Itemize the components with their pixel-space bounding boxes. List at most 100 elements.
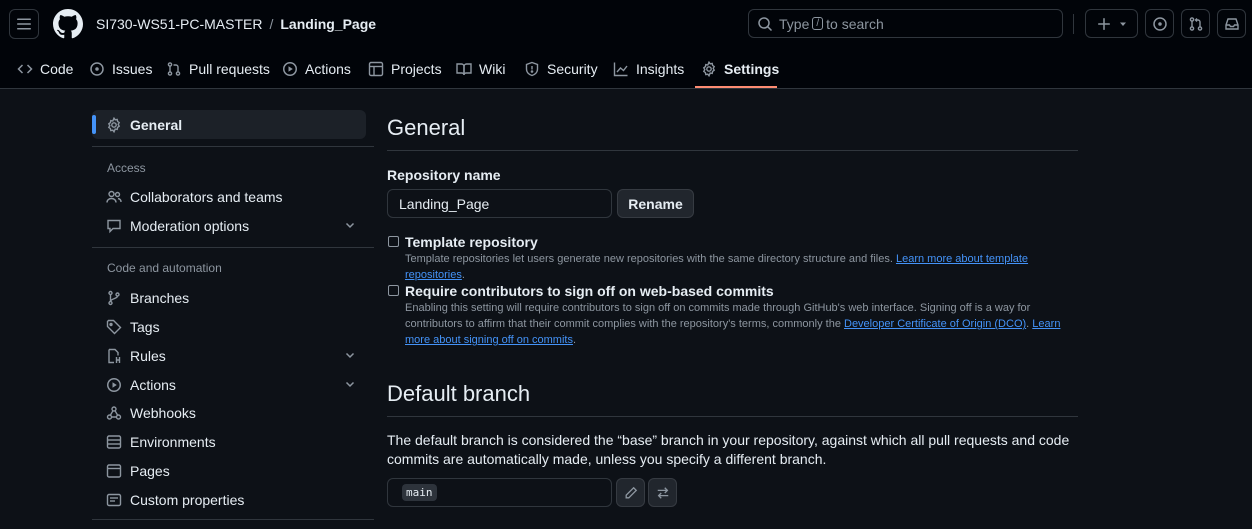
- sidebar-item-label: Tags: [130, 318, 160, 335]
- shield-icon: [525, 61, 539, 76]
- tab-label: Issues: [112, 60, 153, 77]
- breadcrumb: SI730-WS51-PC-MASTER / Landing_Page: [96, 16, 376, 32]
- create-new-button[interactable]: [1085, 9, 1138, 38]
- code-icon: [17, 63, 33, 74]
- rename-button[interactable]: Rename: [617, 189, 694, 218]
- tag-icon: [106, 319, 122, 334]
- sidebar-item-label: Webhooks: [130, 404, 196, 421]
- inbox-icon: [1224, 17, 1239, 30]
- chevron-down-icon[interactable]: [344, 219, 356, 231]
- git-pull-request-icon: [1189, 16, 1202, 31]
- sidebar-item-webhooks[interactable]: Webhooks: [92, 398, 366, 427]
- sidebar-item-branches[interactable]: Branches: [92, 283, 366, 312]
- active-tab-indicator: [695, 86, 777, 88]
- menu-button[interactable]: [9, 9, 39, 39]
- pull-request-icon: [167, 61, 181, 76]
- tab-label: Projects: [391, 60, 442, 77]
- tab-security[interactable]: Security: [524, 48, 598, 89]
- sidebar-item-label: Actions: [130, 376, 176, 393]
- note-icon: [106, 493, 122, 506]
- rename-branch-button[interactable]: [616, 478, 645, 507]
- rules-icon: [108, 348, 121, 363]
- tab-insights[interactable]: Insights: [613, 48, 684, 89]
- sidebar-heading-access: Access: [107, 161, 146, 175]
- pencil-icon: [625, 486, 637, 498]
- tab-label: Wiki: [479, 60, 506, 77]
- tab-label: Code: [40, 60, 74, 77]
- tab-actions[interactable]: Actions: [282, 48, 351, 89]
- branch-icon: [108, 290, 120, 305]
- template-desc-text: Template repositories let users generate…: [405, 253, 893, 265]
- issue-opened-icon: [1152, 16, 1167, 31]
- branch-name-chip: main: [402, 484, 437, 501]
- section-divider: [387, 416, 1078, 417]
- dco-link[interactable]: Developer Certificate of Origin (DCO): [844, 318, 1026, 330]
- repo-name-label: Repository name: [387, 167, 501, 183]
- signoff-description: Enabling this setting will require contr…: [405, 300, 1065, 348]
- sidebar-item-actions[interactable]: Actions: [92, 370, 366, 399]
- inbox-button[interactable]: [1217, 9, 1246, 38]
- owner-link[interactable]: SI730-WS51-PC-MASTER: [96, 16, 262, 32]
- repo-link[interactable]: Landing_Page: [280, 16, 376, 32]
- sidebar-item-label: Moderation options: [130, 217, 250, 234]
- github-logo-icon[interactable]: [53, 9, 83, 39]
- template-repo-checkbox[interactable]: [388, 236, 399, 247]
- sidebar-divider: [92, 247, 374, 248]
- play-icon: [283, 61, 297, 76]
- tab-wiki[interactable]: Wiki: [456, 48, 505, 89]
- search-input[interactable]: Type / to search: [748, 9, 1063, 38]
- sidebar-divider: [92, 519, 374, 520]
- sidebar-item-rules[interactable]: Rules: [92, 341, 366, 370]
- gear-icon: [702, 60, 716, 77]
- default-branch-field: main: [387, 478, 612, 507]
- tab-label: Settings: [724, 60, 780, 77]
- sidebar-item-moderation[interactable]: Moderation options: [92, 211, 366, 240]
- gear-icon: [107, 116, 121, 133]
- signoff-desc-period: .: [1026, 318, 1030, 330]
- tab-projects[interactable]: Projects: [368, 48, 442, 89]
- sidebar-item-label: Environments: [130, 433, 216, 450]
- template-repo-title: Template repository: [405, 234, 538, 250]
- sidebar-item-label: Pages: [130, 462, 170, 479]
- template-repo-description: Template repositories let users generate…: [405, 251, 1085, 283]
- pull-requests-button[interactable]: [1181, 9, 1210, 38]
- book-icon: [456, 62, 472, 75]
- hamburger-icon: [17, 18, 31, 30]
- default-branch-description: The default branch is considered the “ba…: [387, 432, 1070, 467]
- sidebar-item-pages[interactable]: Pages: [92, 456, 366, 485]
- tab-label: Pull requests: [189, 60, 270, 77]
- tab-issues[interactable]: Issues: [89, 48, 152, 89]
- search-placeholder-suffix: to search: [826, 15, 884, 32]
- issues-button[interactable]: [1145, 9, 1174, 38]
- server-icon: [106, 434, 122, 449]
- default-branch-title: Default branch: [387, 381, 531, 406]
- switch-branch-button[interactable]: [648, 478, 677, 507]
- chevron-down-icon[interactable]: [344, 349, 356, 361]
- sidebar-item-custom-properties[interactable]: Custom properties: [92, 485, 366, 514]
- sidebar-item-environments[interactable]: Environments: [92, 427, 366, 456]
- signoff-checkbox[interactable]: [388, 285, 399, 296]
- sidebar-item-general[interactable]: General: [92, 110, 366, 139]
- tab-pull-requests[interactable]: Pull requests: [166, 48, 270, 89]
- sidebar-item-tags[interactable]: Tags: [92, 312, 366, 341]
- search-shortcut-key: /: [812, 17, 824, 30]
- comment-icon: [107, 219, 121, 233]
- plus-icon: [1097, 17, 1110, 30]
- tab-code[interactable]: Code: [17, 48, 73, 89]
- tab-settings[interactable]: Settings: [701, 48, 779, 89]
- table-icon: [368, 61, 384, 76]
- sidebar-item-collaborators[interactable]: Collaborators and teams: [92, 182, 366, 211]
- chevron-down-icon[interactable]: [344, 378, 356, 390]
- search-placeholder-prefix: Type: [779, 15, 810, 32]
- template-desc-period: .: [461, 269, 465, 281]
- sidebar-item-label: Branches: [130, 289, 190, 306]
- header-divider: [1073, 14, 1074, 34]
- sidebar-divider: [92, 146, 374, 147]
- global-header: SI730-WS51-PC-MASTER / Landing_Page Type…: [0, 0, 1252, 89]
- play-icon: [107, 377, 121, 392]
- search-icon: [758, 16, 773, 31]
- repo-name-input[interactable]: Landing_Page: [387, 189, 612, 218]
- tab-label: Insights: [636, 60, 685, 77]
- browser-icon: [106, 463, 122, 478]
- page-title: General: [387, 115, 466, 140]
